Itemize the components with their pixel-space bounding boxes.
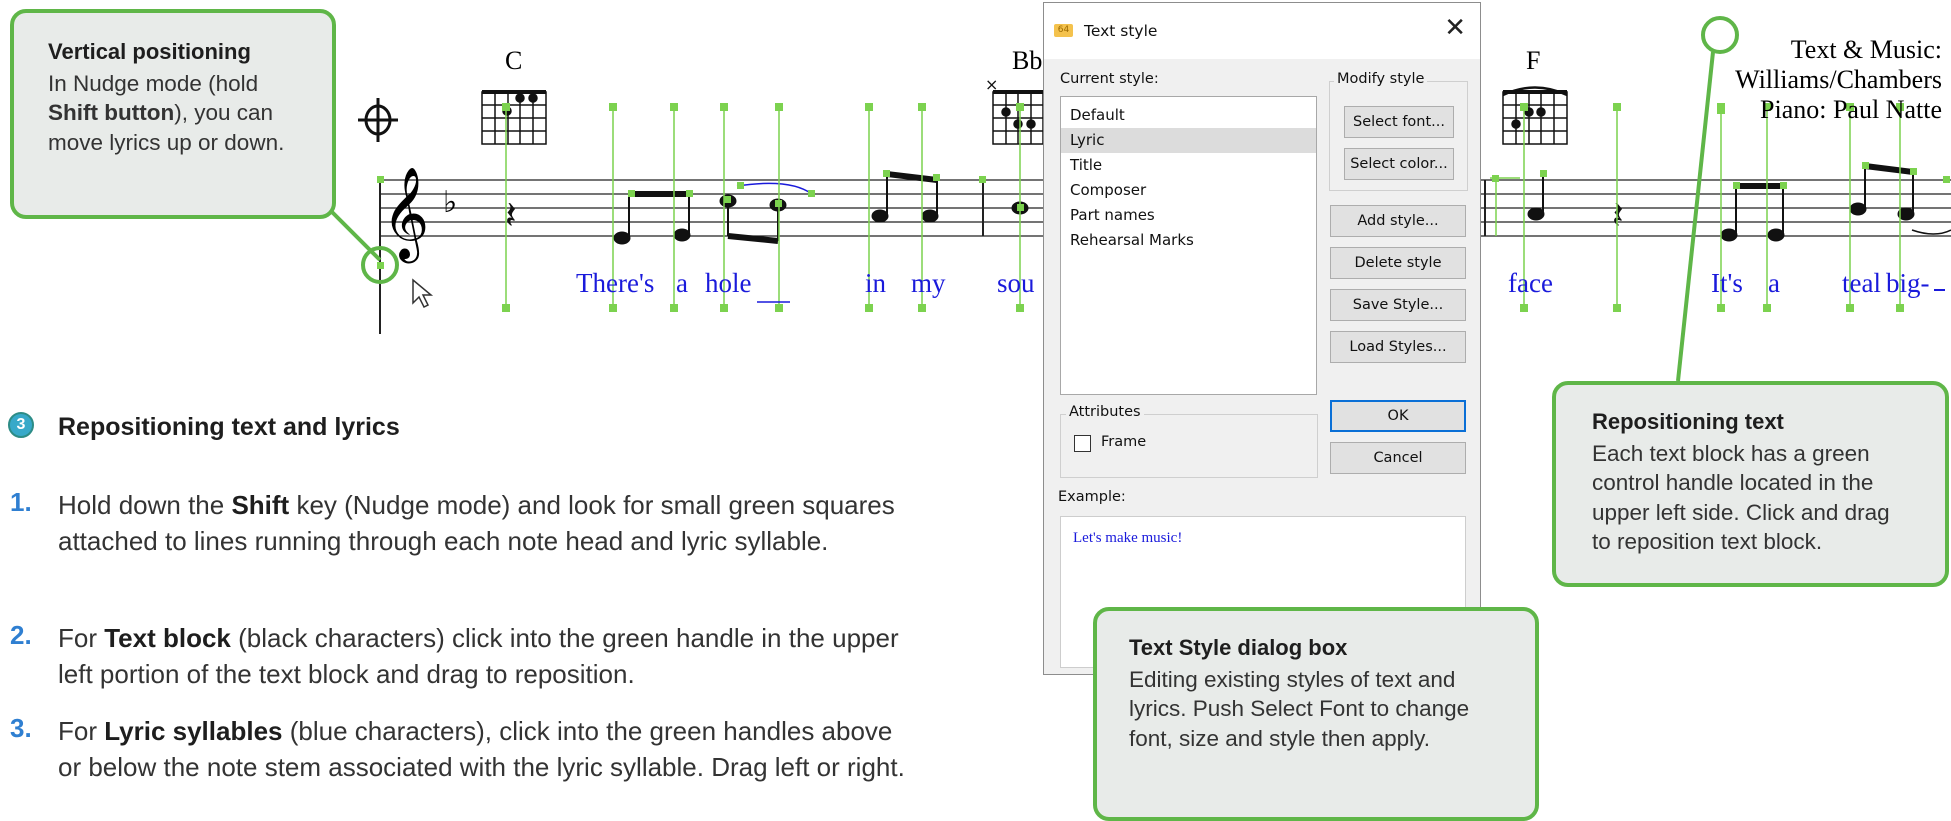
- callout-text-style-dialog: Text Style dialog box Editing existing s…: [1093, 607, 1539, 821]
- callout-vertical-positioning: Vertical positioning In Nudge mode (hold…: [10, 9, 336, 219]
- style-list[interactable]: Default Lyric Title Composer Part names …: [1060, 96, 1317, 395]
- style-item-composer[interactable]: Composer: [1061, 178, 1316, 203]
- style-item-part-names[interactable]: Part names: [1061, 203, 1316, 228]
- close-icon[interactable]: ✕: [1444, 15, 1466, 41]
- attributes-group: Frame: [1060, 414, 1318, 478]
- select-color-button[interactable]: Select color...: [1344, 148, 1454, 180]
- style-item-lyric[interactable]: Lyric: [1061, 128, 1316, 153]
- instruction-step: 1. Hold down the Shift key (Nudge mode) …: [10, 487, 920, 559]
- select-font-button[interactable]: Select font...: [1344, 106, 1454, 138]
- app-icon: 64: [1054, 24, 1073, 37]
- ok-button[interactable]: OK: [1330, 400, 1466, 432]
- step-number: 3.: [10, 713, 32, 743]
- section-title: Repositioning text and lyrics: [58, 413, 400, 441]
- callout-title: Text Style dialog box: [1129, 635, 1348, 660]
- callout-text: Editing existing styles of text and lyri…: [1129, 667, 1470, 751]
- load-styles-button[interactable]: Load Styles...: [1330, 331, 1466, 363]
- example-label: Example:: [1058, 489, 1126, 505]
- delete-style-button[interactable]: Delete style: [1330, 247, 1466, 279]
- text-style-dialog: 64 Text style ✕ Current style: Default L…: [1043, 2, 1481, 675]
- frame-label: Frame: [1101, 434, 1147, 450]
- style-item-title[interactable]: Title: [1061, 153, 1316, 178]
- callout-text: In Nudge mode (hold Shift button), you c…: [48, 71, 285, 155]
- style-item-rehearsal-marks[interactable]: Rehearsal Marks: [1061, 228, 1316, 253]
- example-text: Let's make music!: [1073, 530, 1183, 546]
- frame-checkbox[interactable]: [1074, 435, 1091, 452]
- add-style-button[interactable]: Add style...: [1330, 205, 1466, 237]
- instruction-step: 3. For Lyric syllables (blue characters)…: [10, 713, 920, 785]
- attributes-label: Attributes: [1066, 404, 1144, 420]
- instruction-step: 2. For Text block (black characters) cli…: [10, 620, 920, 692]
- callout-title: Repositioning text: [1592, 409, 1784, 434]
- modify-style-label: Modify style: [1334, 71, 1428, 87]
- cancel-button[interactable]: Cancel: [1330, 442, 1466, 474]
- step-number: 2.: [10, 620, 32, 650]
- dialog-titlebar[interactable]: 64 Text style ✕: [1044, 3, 1480, 59]
- current-style-label: Current style:: [1060, 71, 1159, 87]
- step-number: 1.: [10, 487, 32, 517]
- step-text: Hold down the Shift key (Nudge mode) and…: [58, 490, 895, 556]
- save-style-button[interactable]: Save Style...: [1330, 289, 1466, 321]
- dialog-title: Text style: [1084, 22, 1158, 40]
- callout-title: Vertical positioning: [48, 39, 251, 64]
- step-text: For Lyric syllables (blue characters), c…: [58, 716, 905, 782]
- style-item-default[interactable]: Default: [1061, 103, 1316, 128]
- step-text: For Text block (black characters) click …: [58, 623, 899, 689]
- callout-text: Each text block has a green control hand…: [1592, 441, 1890, 554]
- callout-repositioning-text: Repositioning text Each text block has a…: [1552, 381, 1949, 587]
- step-number-badge: 3: [8, 412, 34, 438]
